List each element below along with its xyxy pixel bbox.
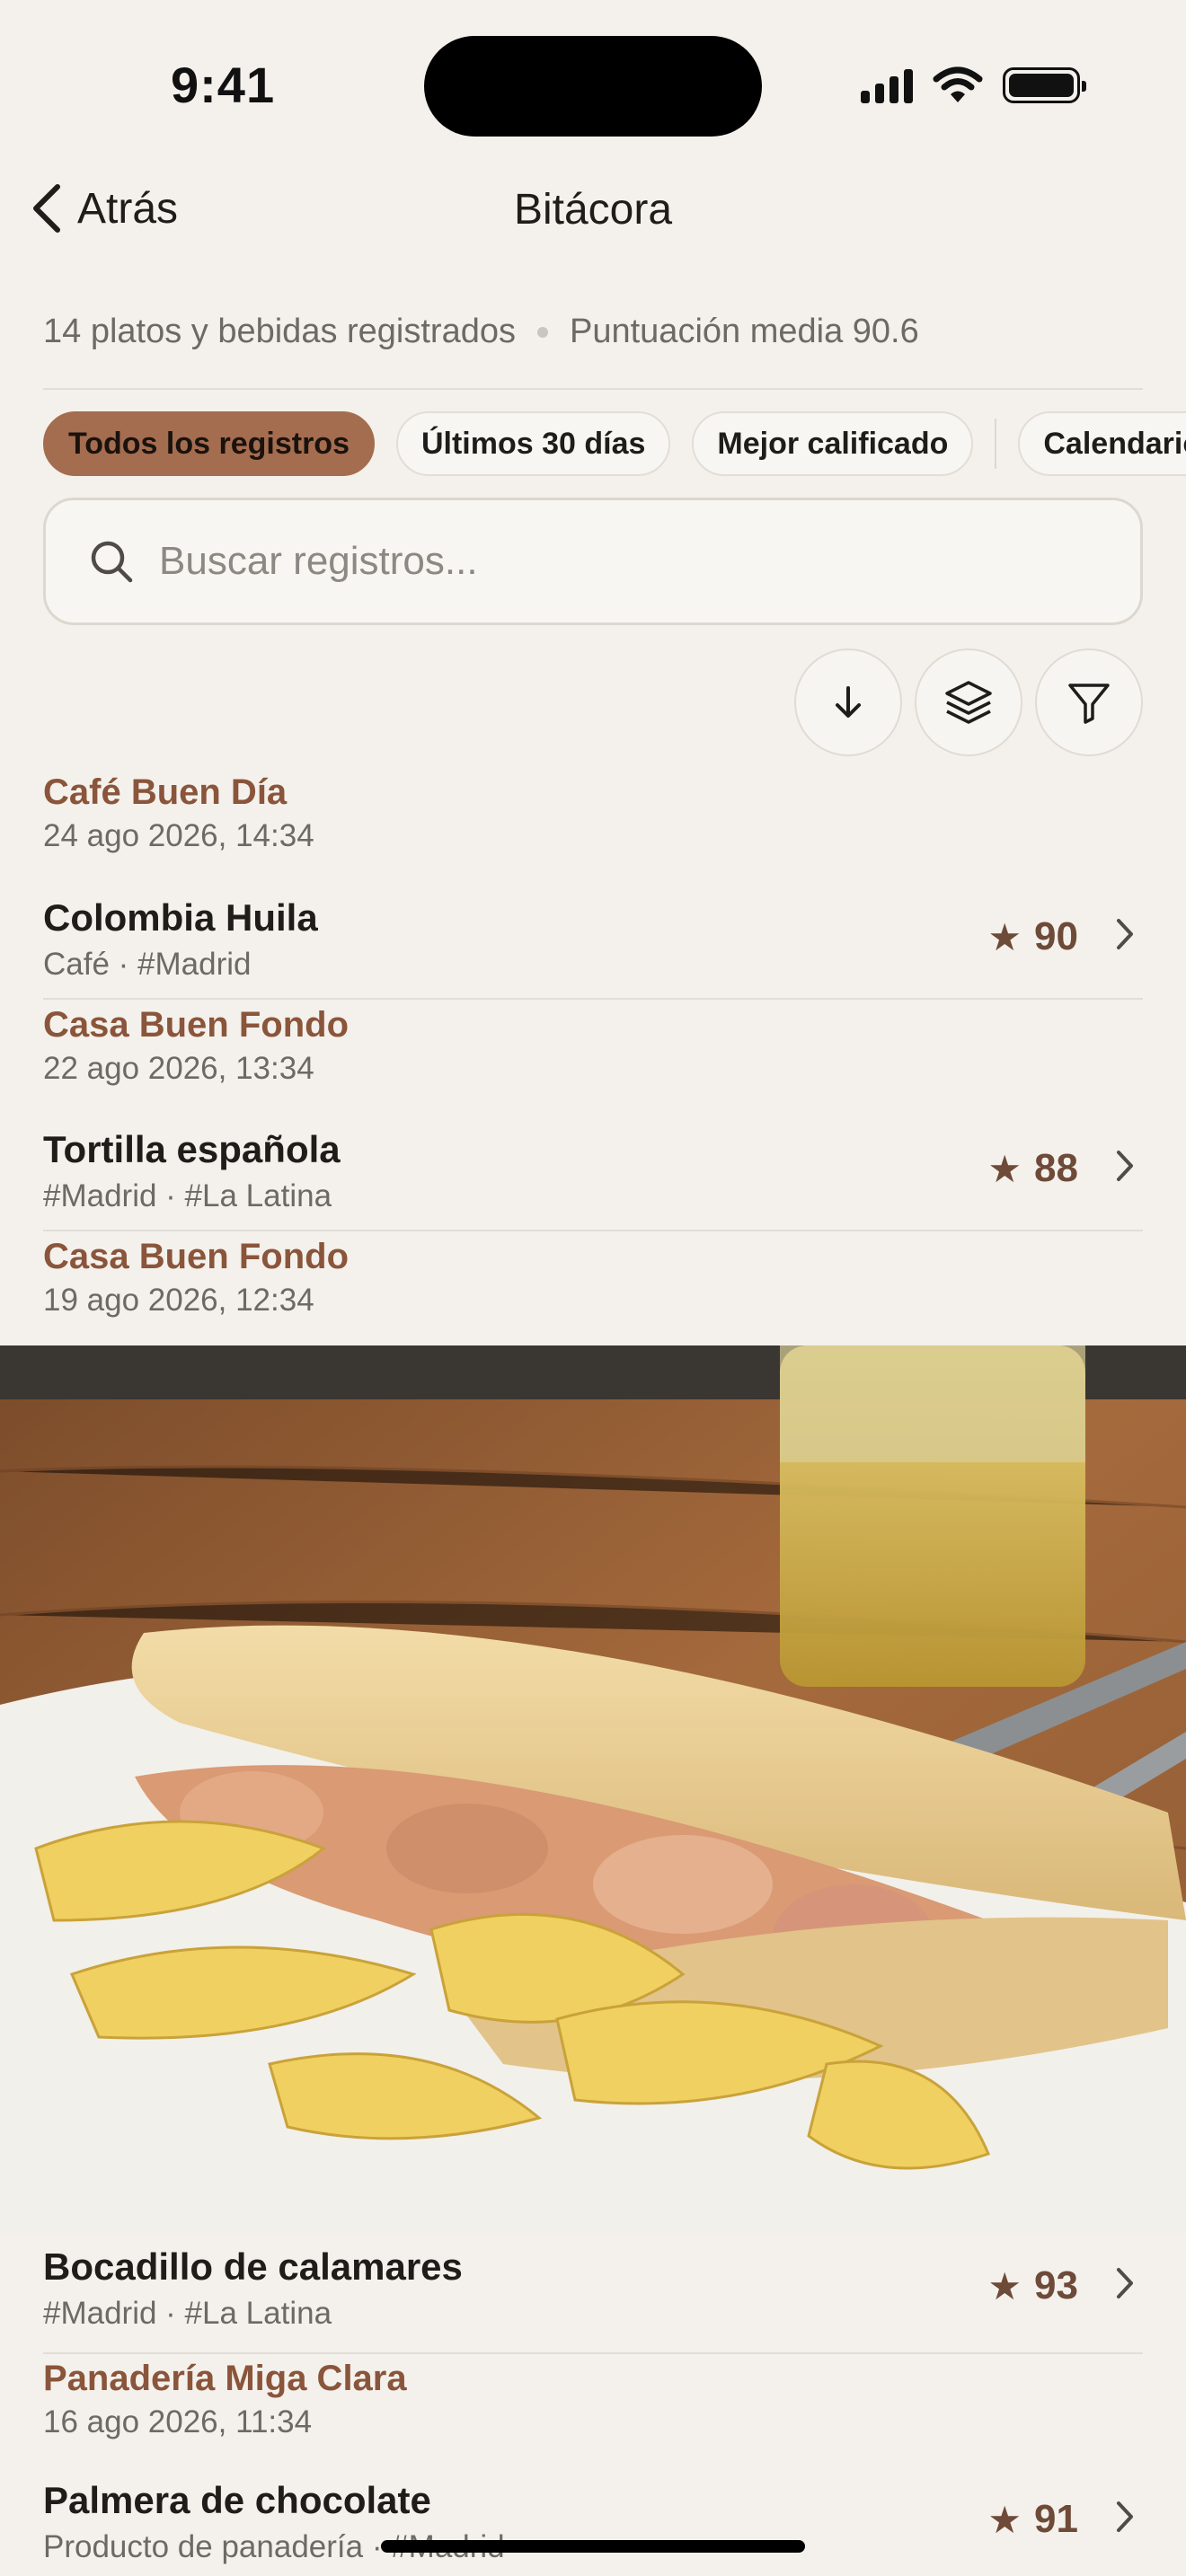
- star-icon: ★: [987, 915, 1022, 958]
- wifi-icon: [933, 66, 983, 102]
- place-name[interactable]: Casa Buen Fondo: [43, 1005, 349, 1045]
- divider: [43, 388, 1143, 390]
- chevron-right-icon: [1117, 2501, 1133, 2532]
- page-title: Bitácora: [513, 186, 673, 234]
- place-name[interactable]: Café Buen Día: [43, 772, 314, 813]
- average-score: Puntuación media 90.6: [570, 313, 919, 350]
- battery-icon: [1003, 67, 1086, 103]
- item-title: Bocadillo de calamares: [43, 2245, 463, 2288]
- item-subtitle: #Madrid · #La Latina: [43, 1178, 332, 1213]
- chip-separator: [995, 419, 997, 469]
- layers-icon: [945, 681, 992, 724]
- search-input[interactable]: [159, 539, 1058, 584]
- status-bar: 9:41: [0, 0, 1186, 171]
- list-item[interactable]: Bocadillo de calamares #Madrid · #La Lat…: [0, 2245, 1186, 2331]
- rating-value: 90: [1034, 914, 1078, 958]
- item-title: Tortilla española: [43, 1128, 341, 1170]
- chevron-right-icon: [1117, 919, 1133, 949]
- home-indicator: [381, 2540, 805, 2553]
- entry-datetime: 19 ago 2026, 12:34: [43, 1283, 314, 1318]
- entry-header: Casa Buen Fondo 22 ago 2026, 13:34: [0, 1005, 392, 1087]
- status-icons: [861, 63, 1086, 108]
- list-item[interactable]: Tortilla española #Madrid · #La Latina ★…: [0, 1128, 1186, 1213]
- divider: [43, 998, 1143, 1000]
- divider: [43, 2352, 1143, 2354]
- star-icon: ★: [987, 2498, 1022, 2541]
- item-subtitle: #Madrid · #La Latina: [43, 2296, 332, 2331]
- search-bar: [43, 498, 1143, 625]
- chip-all-entries[interactable]: Todos los registros: [43, 411, 375, 476]
- list-tools: [794, 648, 1143, 756]
- entry-datetime: 16 ago 2026, 11:34: [43, 2404, 313, 2439]
- rating-value: 88: [1034, 1146, 1078, 1190]
- divider: [43, 1230, 1143, 1231]
- entry-header: Casa Buen Fondo 19 ago 2026, 12:34: [0, 1237, 392, 1319]
- search-icon: [91, 541, 133, 583]
- chevron-right-icon: [1117, 1151, 1133, 1181]
- group-button[interactable]: [915, 648, 1022, 756]
- entry-datetime: 22 ago 2026, 13:34: [43, 1051, 314, 1086]
- food-photo-image: [0, 1345, 1186, 2235]
- list-item[interactable]: Colombia Huila Café · #Madrid ★ 90: [0, 896, 1186, 982]
- chip-calendar[interactable]: Calendario: [1018, 411, 1186, 476]
- chevron-right-icon: [1117, 2268, 1133, 2298]
- log-summary: 14 platos y bebidas registrados Puntuaci…: [43, 313, 919, 351]
- entry-header: Café Buen Día 24 ago 2026, 14:34: [0, 772, 358, 854]
- cellular-signal-icon: [861, 67, 913, 103]
- rating: ★ 91: [987, 2497, 1078, 2542]
- item-title: Colombia Huila: [43, 896, 318, 939]
- entry-datetime: 24 ago 2026, 14:34: [43, 818, 314, 853]
- entry-header: Panadería Miga Clara 16 ago 2026, 11:34: [0, 2359, 450, 2440]
- filter-button[interactable]: [1035, 648, 1143, 756]
- dynamic-island: [424, 36, 762, 137]
- item-title: Palmera de chocolate: [43, 2479, 431, 2521]
- chip-top-rated[interactable]: Mejor calificado: [692, 411, 974, 476]
- item-subtitle: Café · #Madrid: [43, 947, 252, 982]
- filter-chips: Todos los registros Últimos 30 días Mejo…: [43, 411, 1186, 476]
- star-icon: ★: [987, 1147, 1022, 1190]
- place-name[interactable]: Casa Buen Fondo: [43, 1237, 349, 1277]
- separator-dot: [537, 326, 548, 338]
- chip-last-30-days[interactable]: Últimos 30 días: [395, 411, 671, 476]
- rating: ★ 88: [987, 1146, 1078, 1191]
- rating: ★ 93: [987, 2263, 1078, 2308]
- rating-value: 93: [1034, 2263, 1078, 2307]
- sort-button[interactable]: [794, 648, 902, 756]
- sort-down-icon: [836, 686, 861, 718]
- place-name[interactable]: Panadería Miga Clara: [43, 2359, 407, 2399]
- status-time: 9:41: [171, 57, 276, 113]
- rating: ★ 90: [987, 914, 1078, 959]
- star-icon: ★: [987, 2264, 1022, 2307]
- navigation-bar: Atrás Bitácora: [0, 171, 1186, 251]
- entry-count: 14 platos y bebidas registrados: [43, 313, 516, 350]
- filter-icon: [1068, 684, 1110, 724]
- rating-value: 91: [1034, 2497, 1078, 2541]
- entry-photo[interactable]: [0, 1345, 1186, 2235]
